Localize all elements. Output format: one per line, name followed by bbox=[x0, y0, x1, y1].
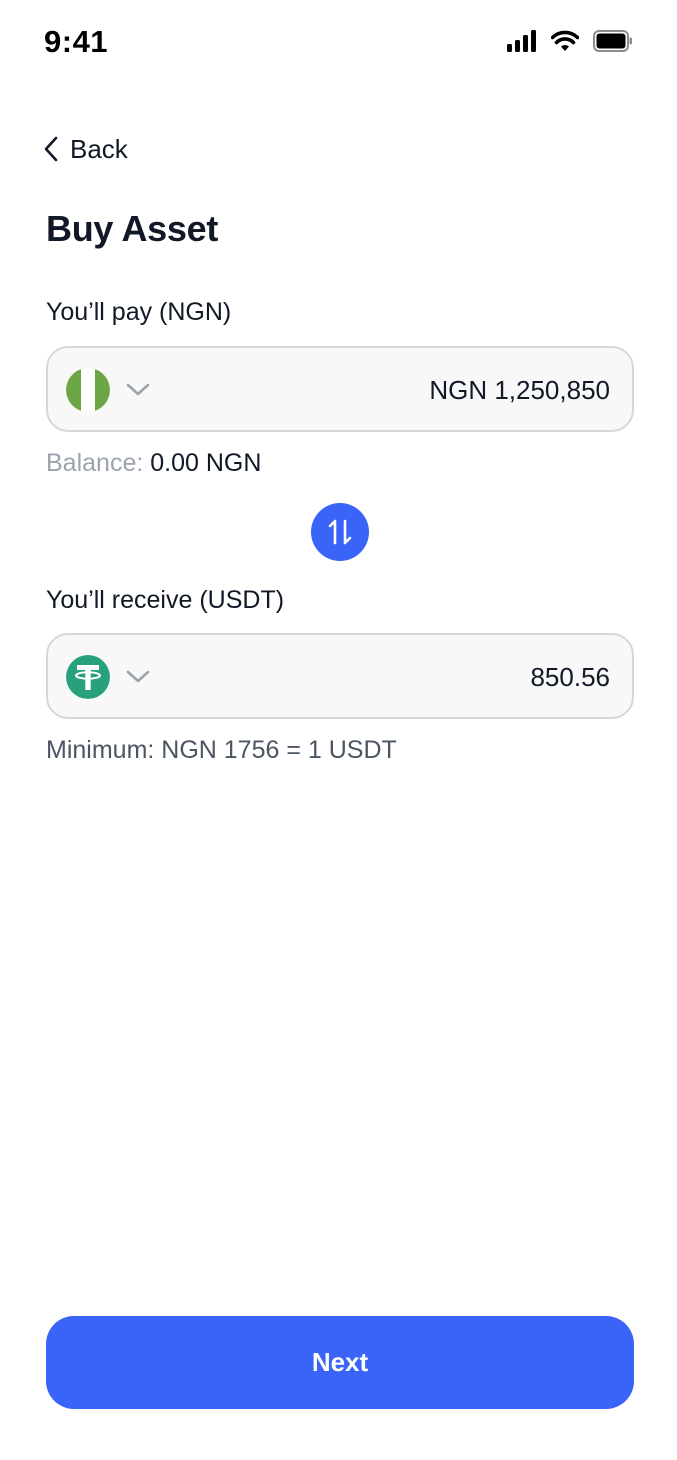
nigeria-flag-icon bbox=[66, 368, 110, 412]
signal-icon bbox=[507, 30, 536, 52]
pay-amount-field[interactable]: NGN 1,250,850 bbox=[46, 346, 634, 432]
next-button[interactable]: Next bbox=[46, 1316, 634, 1409]
minimum-rate-text: Minimum: NGN 1756 = 1 USDT bbox=[46, 736, 397, 764]
wifi-icon bbox=[551, 30, 579, 51]
receive-amount-input[interactable]: 850.56 bbox=[280, 657, 610, 697]
pay-label: You’ll pay (NGN) bbox=[46, 298, 232, 326]
swap-arrows-icon bbox=[328, 519, 352, 545]
swap-button[interactable] bbox=[311, 503, 369, 561]
status-time: 9:41 bbox=[44, 24, 109, 59]
pay-currency-selector[interactable] bbox=[66, 368, 150, 412]
chevron-left-icon bbox=[44, 136, 58, 162]
status-icons bbox=[507, 30, 633, 52]
receive-currency-selector[interactable] bbox=[66, 655, 150, 699]
status-bar: 9:41 bbox=[0, 0, 677, 90]
tether-icon bbox=[66, 655, 110, 699]
receive-amount-field[interactable]: 850.56 bbox=[46, 633, 634, 719]
buy-asset-screen: 9:41 Back Buy Asset You’ll pay (NGN) NGN… bbox=[0, 0, 677, 1460]
back-label: Back bbox=[70, 133, 128, 164]
battery-icon bbox=[593, 30, 632, 52]
balance-value: 0.00 NGN bbox=[150, 449, 262, 477]
back-button[interactable]: Back bbox=[44, 130, 128, 168]
chevron-down-icon bbox=[126, 670, 150, 683]
receive-label: You’ll receive (USDT) bbox=[46, 586, 285, 614]
pay-amount-input[interactable]: NGN 1,250,850 bbox=[280, 370, 610, 410]
chevron-down-icon bbox=[126, 383, 150, 396]
page-title: Buy Asset bbox=[46, 208, 219, 249]
balance-line: Balance: 0.00 NGN bbox=[46, 449, 261, 478]
balance-label: Balance: bbox=[46, 449, 144, 477]
